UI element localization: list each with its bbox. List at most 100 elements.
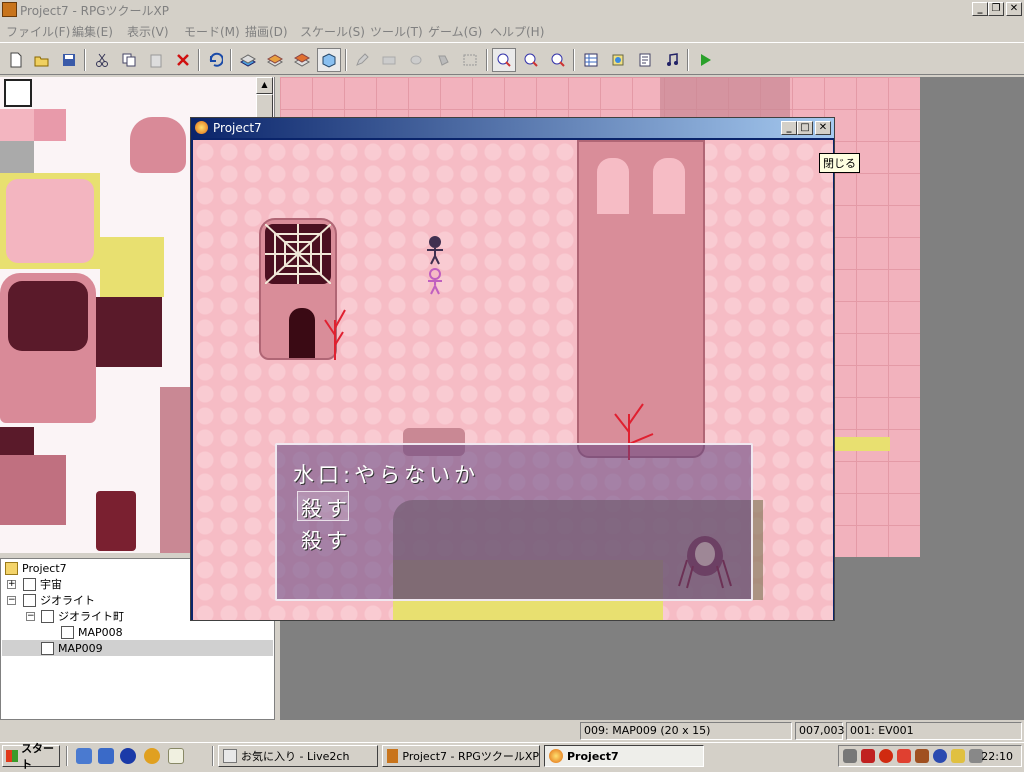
message-window: 水口:やらないか 殺す 殺す xyxy=(275,443,753,601)
game-window-title: Project7 xyxy=(213,121,262,135)
window-title: Project7 - RPGツクールXP xyxy=(20,4,169,18)
delete-icon[interactable] xyxy=(171,48,195,72)
game-app-icon xyxy=(195,121,208,134)
choice-option-2[interactable]: 殺す xyxy=(301,525,351,555)
game-screen[interactable]: 水口:やらないか 殺す 殺す xyxy=(193,140,833,620)
save-project-icon[interactable] xyxy=(57,48,81,72)
playtest-icon[interactable] xyxy=(693,48,717,72)
menu-view[interactable]: 表示(V) xyxy=(127,23,169,40)
menu-edit[interactable]: 編集(E) xyxy=(72,23,113,40)
game-close-button[interactable]: ✕ xyxy=(815,121,831,135)
choice-option-1[interactable]: 殺す xyxy=(301,493,351,523)
message-text: 水口:やらないか xyxy=(293,463,480,487)
tray-antivirus-icon[interactable] xyxy=(879,749,893,763)
undo-icon[interactable] xyxy=(203,48,227,72)
status-event: 001: EV001 xyxy=(846,722,1022,740)
status-coordinates: 007,003 xyxy=(795,722,845,740)
rpgmaker-app-icon[interactable] xyxy=(2,2,17,17)
zoom-1-2-icon[interactable] xyxy=(519,48,543,72)
tree-root-project[interactable]: Project7 xyxy=(5,560,67,576)
game-minimize-button[interactable]: _ xyxy=(781,121,797,135)
copy-icon[interactable] xyxy=(117,48,141,72)
close-tooltip: 閉じる xyxy=(819,153,860,173)
task-project7-game[interactable]: Project7 xyxy=(544,745,704,767)
folder-icon xyxy=(5,561,18,575)
map-icon xyxy=(23,577,36,591)
cut-icon[interactable] xyxy=(90,48,114,72)
quicklaunch-notepad-icon[interactable] xyxy=(168,748,184,764)
pencil-icon[interactable] xyxy=(350,48,374,72)
paste-icon[interactable] xyxy=(144,48,168,72)
select-icon[interactable] xyxy=(458,48,482,72)
menu-mode[interactable]: モード(M) xyxy=(184,23,240,40)
tree-item-map-selected[interactable]: MAP009 xyxy=(2,640,273,656)
material-base-icon[interactable] xyxy=(606,48,630,72)
menu-tools[interactable]: ツール(T) xyxy=(370,23,423,40)
menu-game[interactable]: ゲーム(G) xyxy=(428,23,482,40)
tree-item-map[interactable]: 宇宙 xyxy=(23,576,62,592)
rectangle-icon[interactable] xyxy=(377,48,401,72)
layer-3-icon[interactable] xyxy=(290,48,314,72)
zoom-1-4-icon[interactable] xyxy=(546,48,570,72)
quicklaunch-messenger-icon[interactable] xyxy=(120,748,136,764)
live2ch-icon xyxy=(223,749,237,763)
toolbar xyxy=(0,42,1024,75)
zoom-1-1-icon[interactable] xyxy=(492,48,516,72)
script-editor-icon[interactable] xyxy=(633,48,657,72)
map-icon xyxy=(41,641,54,655)
tree-item-map[interactable]: ジオライト xyxy=(23,592,95,608)
layer-2-icon[interactable] xyxy=(263,48,287,72)
sound-test-icon[interactable] xyxy=(660,48,684,72)
taskbar: スタート お気に入り - Live2ch Project7 - RPGツクールX… xyxy=(0,742,1024,771)
fill-icon[interactable] xyxy=(431,48,455,72)
start-button[interactable]: スタート xyxy=(2,742,60,771)
expand-icon[interactable]: + xyxy=(7,580,16,589)
database-icon[interactable] xyxy=(579,48,603,72)
game-playtest-window[interactable]: Project7 _ □ ✕ 水口:やらないか 殺す 殺す xyxy=(190,117,835,621)
scroll-up-arrow-icon[interactable]: ▲ xyxy=(256,77,273,94)
menu-draw[interactable]: 描画(D) xyxy=(245,23,288,40)
task-live2ch[interactable]: お気に入り - Live2ch xyxy=(218,745,378,767)
open-project-icon[interactable] xyxy=(30,48,54,72)
new-project-icon[interactable] xyxy=(4,48,28,72)
menu-scale[interactable]: スケール(S) xyxy=(300,23,365,40)
pillar-door xyxy=(289,308,315,358)
ellipse-icon[interactable] xyxy=(404,48,428,72)
clock[interactable]: 22:10 xyxy=(981,750,1013,763)
tray-network-icon[interactable] xyxy=(843,749,857,763)
status-map-info: 009: MAP009 (20 x 15) xyxy=(580,722,792,740)
collapse-icon[interactable]: − xyxy=(7,596,16,605)
quicklaunch-ie-icon[interactable] xyxy=(98,748,114,764)
quicklaunch-desktop-icon[interactable] xyxy=(76,748,92,764)
event-layer-icon[interactable] xyxy=(317,48,341,72)
desktop: Project7 - RPGツクールXP _ ❐ ✕ ファイル(F) 編集(E)… xyxy=(0,0,1024,771)
quicklaunch-media-icon[interactable] xyxy=(144,748,160,764)
windows-logo-icon xyxy=(6,750,19,762)
tray-app-icon[interactable] xyxy=(915,749,929,763)
tree-item-map[interactable]: MAP008 xyxy=(61,624,123,640)
map-icon xyxy=(23,593,36,607)
tray-pen-icon[interactable] xyxy=(861,749,875,763)
game-maximize-button[interactable]: □ xyxy=(797,121,813,135)
layer-1-icon[interactable] xyxy=(236,48,260,72)
pink-character-sprite xyxy=(428,268,442,295)
spider-web-icon xyxy=(265,224,331,284)
collapse-icon[interactable]: − xyxy=(26,612,35,621)
restore-button[interactable]: ❐ xyxy=(988,2,1004,16)
tile-selection-cursor xyxy=(4,79,32,107)
map-icon xyxy=(41,609,54,623)
dark-character-sprite xyxy=(427,236,443,265)
minimize-button[interactable]: _ xyxy=(972,2,988,16)
close-button[interactable]: ✕ xyxy=(1006,2,1022,16)
map-icon xyxy=(61,625,74,639)
title-bar: Project7 - RPGツクールXP _ ❐ ✕ xyxy=(0,0,1024,19)
tray-tool-icon[interactable] xyxy=(897,749,911,763)
task-rpgmaker[interactable]: Project7 - RPGツクールXP xyxy=(382,745,540,767)
menu-file[interactable]: ファイル(F) xyxy=(6,23,70,40)
tray-chat-icon[interactable] xyxy=(951,749,965,763)
tray-messenger-icon[interactable] xyxy=(933,749,947,763)
system-tray: 22:10 xyxy=(838,745,1022,767)
game-window-title-bar[interactable]: Project7 _ □ ✕ xyxy=(191,118,834,138)
tree-item-map[interactable]: ジオライト町 xyxy=(41,608,124,624)
menu-help[interactable]: ヘルプ(H) xyxy=(490,23,544,40)
